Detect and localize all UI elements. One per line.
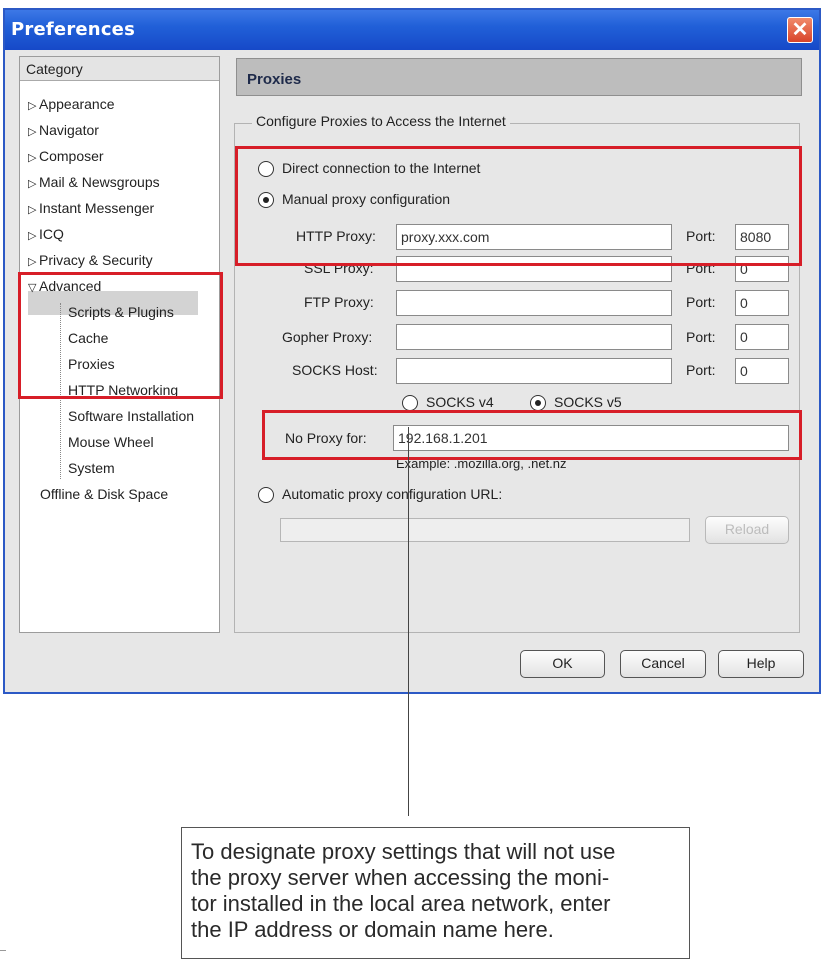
reload-button[interactable]: Reload [705,516,789,544]
http-proxy-label: HTTP Proxy: [296,228,376,244]
socks-port-input[interactable]: 0 [735,358,789,384]
socks-v4-radio[interactable] [402,395,418,411]
auto-proxy-radio[interactable] [258,487,274,503]
cancel-button[interactable]: Cancel [620,650,706,678]
help-button[interactable]: Help [718,650,804,678]
socks-v5-radio[interactable] [530,395,546,411]
tree-item-composer[interactable]: ▷ Composer [28,146,104,166]
expand-arrow-icon[interactable]: ▷ [28,174,39,194]
socks-host-label: SOCKS Host: [292,362,378,378]
gopher-proxy-label: Gopher Proxy: [282,329,373,345]
manual-proxy-radio[interactable] [258,192,274,208]
socks-port-label: Port: [686,362,716,378]
auto-proxy-label: Automatic proxy configuration URL: [282,486,503,502]
ok-button[interactable]: OK [520,650,605,678]
http-proxy-input[interactable]: proxy.xxx.com [396,224,672,250]
panel-header: Proxies [236,58,802,96]
tree-item-scripts-plugins[interactable]: Scripts & Plugins [68,302,174,322]
tree-item-proxies[interactable]: Proxies [68,354,115,374]
callout-line-3: tor installed in the local area network,… [191,891,611,916]
expand-arrow-icon[interactable]: ▷ [28,226,39,246]
category-tree[interactable]: Category [19,56,220,633]
window-title: Preferences [11,19,136,40]
corner-mark [0,950,6,951]
expand-arrow-icon[interactable]: ▷ [28,122,39,142]
expand-arrow-icon[interactable]: ▷ [28,252,39,272]
category-header: Category [20,57,219,81]
no-proxy-input[interactable]: 192.168.1.201 [393,425,789,451]
ssl-proxy-label: SSL Proxy: [304,260,374,276]
no-proxy-label: No Proxy for: [285,430,367,446]
callout-line-1: To designate proxy settings that will no… [191,839,616,864]
tree-item-mouse-wheel[interactable]: Mouse Wheel [68,432,154,452]
ssl-proxy-input[interactable] [396,256,672,282]
callout-pointer-line [408,427,409,816]
tree-item-appearance[interactable]: ▷ Appearance [28,94,115,114]
ftp-proxy-label: FTP Proxy: [304,294,374,310]
expand-arrow-icon[interactable]: ▷ [28,200,39,220]
callout-box: To designate proxy settings that will no… [181,827,690,959]
http-port-label: Port: [686,228,716,244]
socks-host-input[interactable] [396,358,672,384]
tree-item-cache[interactable]: Cache [68,328,108,348]
ftp-port-input[interactable]: 0 [735,290,789,316]
collapse-arrow-icon[interactable]: ▽ [28,278,39,298]
socks-v5-label: SOCKS v5 [554,394,622,410]
ftp-port-label: Port: [686,294,716,310]
tree-item-navigator[interactable]: ▷ Navigator [28,120,99,140]
callout-line-4: the IP address or domain name here. [191,917,554,942]
tree-item-http-networking[interactable]: HTTP Networking [68,380,178,400]
tree-item-icq[interactable]: ▷ ICQ [28,224,64,244]
close-button[interactable]: ✕ [787,17,813,43]
tree-item-privacy-security[interactable]: ▷ Privacy & Security [28,250,153,270]
tree-item-advanced[interactable]: ▽ Advanced [28,276,101,296]
ftp-proxy-input[interactable] [396,290,672,316]
groupbox-label: Configure Proxies to Access the Internet [252,113,510,129]
ssl-port-label: Port: [686,260,716,276]
tree-item-system[interactable]: System [68,458,115,478]
direct-connection-radio[interactable] [258,161,274,177]
tree-guide-line [60,303,61,479]
tree-item-mail-newsgroups[interactable]: ▷ Mail & Newsgroups [28,172,160,192]
manual-proxy-label: Manual proxy configuration [282,191,451,207]
expand-arrow-icon[interactable]: ▷ [28,148,39,168]
tree-item-instant-messenger[interactable]: ▷ Instant Messenger [28,198,154,218]
ssl-port-input[interactable]: 0 [735,256,789,282]
direct-connection-label: Direct connection to the Internet [282,160,481,176]
title-bar[interactable]: Preferences ✕ [5,10,819,50]
expand-arrow-icon[interactable]: ▷ [28,96,39,116]
close-icon: ✕ [791,19,809,41]
gopher-port-label: Port: [686,329,716,345]
tree-item-software-installation[interactable]: Software Installation [68,406,194,426]
socks-v4-label: SOCKS v4 [426,394,494,410]
http-port-input[interactable]: 8080 [735,224,789,250]
gopher-port-input[interactable]: 0 [735,324,789,350]
tree-item-offline-disk-space[interactable]: Offline & Disk Space [40,484,168,504]
no-proxy-example: Example: .mozilla.org, .net.nz [396,456,567,471]
auto-proxy-url-input[interactable] [280,518,690,542]
panel-title: Proxies [247,71,302,88]
callout-line-2: the proxy server when accessing the moni… [191,865,610,890]
gopher-proxy-input[interactable] [396,324,672,350]
